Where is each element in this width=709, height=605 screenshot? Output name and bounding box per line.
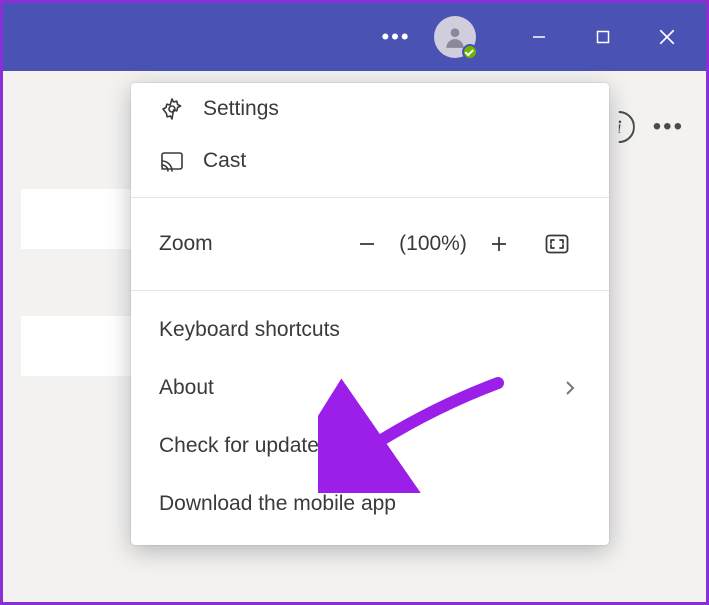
close-button[interactable] [638, 13, 696, 61]
maximize-button[interactable] [574, 13, 632, 61]
menu-item-settings[interactable]: Settings [131, 83, 609, 135]
divider [131, 197, 609, 198]
menu-label: Download the mobile app [159, 492, 581, 516]
menu-item-cast[interactable]: Cast [131, 135, 609, 187]
menu-item-keyboard-shortcuts[interactable]: Keyboard shortcuts [131, 301, 609, 359]
titlebar: ••• [3, 3, 706, 71]
overflow-menu: Settings Cast Zoom (100%) Keyboard short… [131, 83, 609, 545]
chevron-right-icon [559, 379, 581, 397]
menu-item-check-updates[interactable]: Check for updates [131, 417, 609, 475]
list-item[interactable] [21, 189, 131, 249]
zoom-controls: Zoom (100%) [131, 208, 609, 280]
gear-icon [159, 96, 185, 122]
sidebar [3, 87, 21, 602]
zoom-label: Zoom [159, 232, 343, 256]
presence-available-icon [462, 44, 478, 60]
menu-label: Keyboard shortcuts [159, 318, 581, 342]
more-options-button[interactable]: ••• [374, 15, 418, 59]
menu-label: Cast [203, 149, 581, 173]
zoom-percentage: (100%) [391, 232, 475, 256]
divider [131, 290, 609, 291]
zoom-in-button[interactable] [475, 224, 523, 264]
menu-label: About [159, 376, 541, 400]
page-more-button[interactable]: ••• [653, 113, 684, 141]
menu-item-download-mobile[interactable]: Download the mobile app [131, 475, 609, 533]
zoom-out-button[interactable] [343, 224, 391, 264]
menu-label: Check for updates [159, 434, 581, 458]
user-avatar[interactable] [434, 16, 476, 58]
menu-label: Settings [203, 97, 581, 121]
fullscreen-button[interactable] [533, 224, 581, 264]
menu-item-about[interactable]: About [131, 359, 609, 417]
minimize-button[interactable] [510, 13, 568, 61]
cast-icon [159, 148, 185, 174]
list-item[interactable] [21, 316, 131, 376]
